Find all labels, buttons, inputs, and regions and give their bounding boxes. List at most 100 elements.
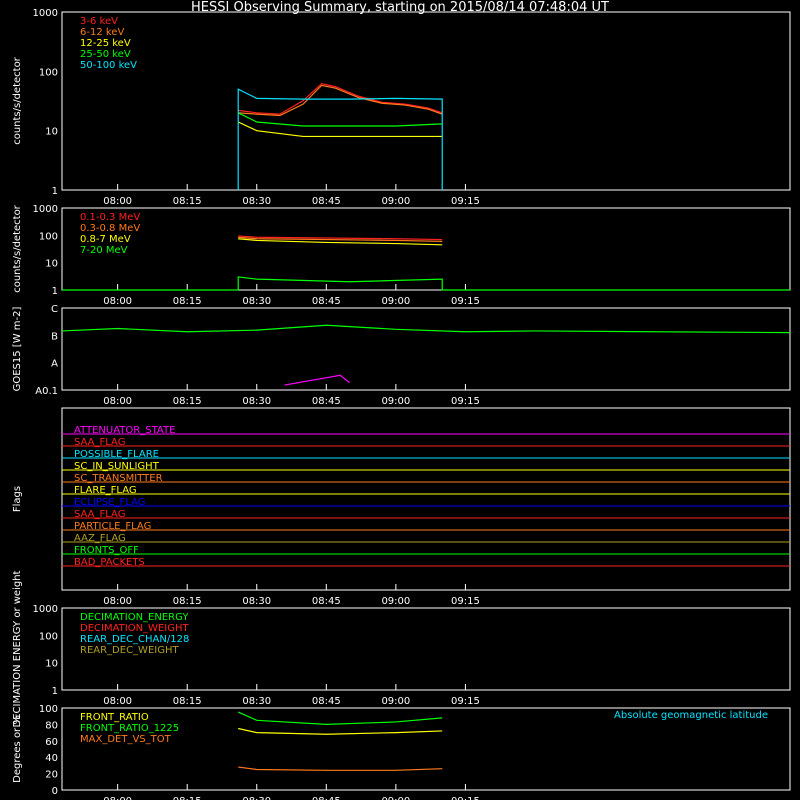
decimation-ytick-label: 1 [52, 686, 58, 697]
legend-entry: 12-25 keV [80, 38, 131, 49]
annotation: Absolute geomagnetic latitude [614, 710, 768, 721]
ratio-ylabel: Degrees or % [12, 715, 23, 783]
ratio-ytick-label: 80 [45, 720, 58, 731]
ratio-xtick-label: 09:00 [381, 796, 410, 800]
flag-label: AAZ_FLAG [74, 533, 126, 544]
flags-xtick-label: 08:00 [103, 596, 132, 607]
hxr-frame [61, 11, 791, 191]
flag-label: FLARE_FLAG [74, 485, 137, 496]
flag-label: SC_TRANSMITTER [74, 473, 163, 484]
flag-label: SC_IN_SUNLIGHT [74, 461, 160, 472]
legend-entry: 0.8-7 MeV [80, 234, 131, 245]
summary-plot: 08:00 08:15 08:30 08:45 09:00 09:151101001000… [12, 8, 791, 800]
legend-entry: REAR_DEC_WEIGHT [80, 645, 179, 656]
gamma-xtick-label: 08:15 [173, 296, 202, 307]
gamma-ytick-label: 100 [39, 231, 58, 242]
decimation-xtick-label: 08:15 [173, 696, 202, 707]
hxr-series-line [237, 121, 443, 138]
hxr-xtick-label: 08:00 [103, 196, 132, 207]
flag-label: SAA_FLAG [74, 509, 125, 520]
goes-ylabel: GOES15 [W m-2] [12, 307, 23, 392]
hxr-ytick-label: 100 [39, 67, 58, 78]
ratio-xtick-label: 09:15 [451, 796, 480, 800]
legend-entry: DECIMATION_ENERGY [80, 612, 189, 623]
flags-ylabel: Flags [12, 486, 23, 512]
decimation-xtick-label: 08:45 [312, 696, 341, 707]
decimation-ytick-label: 1000 [33, 604, 58, 615]
flag-label: FRONTS_OFF [74, 545, 139, 556]
flags-xtick-label: 08:15 [173, 596, 202, 607]
gamma-xtick-label: 08:45 [312, 296, 341, 307]
ratio-xtick-label: 08:00 [103, 796, 132, 800]
legend-entry: DECIMATION_WEIGHT [80, 623, 189, 634]
decimation-ylabel: DECIMATION ENERGY or weight [12, 570, 23, 727]
goes-ytick-label: A0.1 [35, 386, 58, 397]
legend-entry: FRONT_RATIO_1225 [80, 723, 179, 734]
hxr-xtick-label: 08:45 [312, 196, 341, 207]
decimation-xtick-label: 08:00 [103, 696, 132, 707]
goes-xtick-label: 09:15 [451, 396, 480, 407]
legend-entry: 6-12 keV [80, 27, 124, 38]
flag-label: ATTENUATOR_STATE [74, 425, 175, 436]
hxr-ytick-label: 1000 [33, 8, 58, 19]
hxr-series-line [238, 84, 443, 117]
decimation-xtick-label: 09:00 [381, 696, 410, 707]
goes-series-line [61, 324, 791, 334]
ratio-xtick-label: 08:45 [312, 796, 341, 800]
gamma-frame [61, 207, 791, 291]
hxr-xtick-label: 08:15 [173, 196, 202, 207]
gamma-xtick-label: 08:30 [242, 296, 271, 307]
legend-entry: 0.1-0.3 MeV [80, 212, 140, 223]
hxr-ytick-label: 1 [52, 186, 58, 197]
ratio-xtick-label: 08:15 [173, 796, 202, 800]
legend-entry: MAX_DET_VS_TOT [80, 734, 172, 745]
hxr-series-line [237, 88, 443, 190]
goes-series-line [284, 374, 350, 386]
flags-xtick-label: 09:00 [381, 596, 410, 607]
goes-xtick-label: 08:00 [103, 396, 132, 407]
legend-entry: FRONT_RATIO [80, 712, 149, 723]
flag-label: POSSIBLE_FLARE [74, 449, 159, 460]
goes-xtick-label: 09:00 [381, 396, 410, 407]
hxr-ytick-label: 10 [45, 127, 58, 138]
ratio-ytick-label: 20 [45, 770, 58, 781]
ratio-series-line [237, 711, 443, 726]
gamma-ytick-label: 1 [52, 286, 58, 297]
ratio-series-line [238, 727, 443, 735]
ratio-series-line [238, 766, 443, 771]
flag-label: ECLIPSE_FLAG [74, 497, 145, 508]
ratio-ytick-label: 60 [45, 737, 58, 748]
ratio-ytick-label: 100 [39, 704, 58, 715]
ratio-ytick-label: 40 [45, 753, 58, 764]
hxr-xtick-label: 08:30 [242, 196, 271, 207]
legend-entry: 0.3-0.8 MeV [80, 223, 140, 234]
legend-entry: 50-100 keV [80, 60, 137, 71]
legend-entry: 7-20 MeV [80, 245, 128, 256]
gamma-series-line [62, 276, 790, 291]
flag-label: BAD_PACKETS [74, 557, 145, 568]
gamma-xtick-label: 09:00 [381, 296, 410, 307]
hxr-xtick-label: 09:15 [451, 196, 480, 207]
ratio-ytick-label: 0 [52, 786, 58, 797]
flags-xtick-label: 08:30 [242, 596, 271, 607]
legend-entry: 3-6 keV [80, 16, 118, 27]
gamma-xtick-label: 08:00 [103, 296, 132, 307]
goes-xtick-label: 08:30 [242, 396, 271, 407]
goes-xtick-label: 08:15 [173, 396, 202, 407]
gamma-ylabel: counts/s/detector [12, 204, 23, 292]
goes-ytick-label: A [51, 359, 58, 370]
flag-label: PARTICLE_FLAG [74, 521, 151, 532]
goes-ytick-label: C [51, 304, 58, 315]
decimation-xtick-label: 09:15 [451, 696, 480, 707]
goes-ytick-label: B [51, 331, 58, 342]
gamma-ytick-label: 1000 [33, 204, 58, 215]
gamma-xtick-label: 09:15 [451, 296, 480, 307]
gamma-ytick-label: 10 [45, 259, 58, 270]
decimation-xtick-label: 08:30 [242, 696, 271, 707]
hxr-xtick-label: 09:00 [381, 196, 410, 207]
flags-xtick-label: 08:45 [312, 596, 341, 607]
hxr-ylabel: counts/s/detector [12, 56, 23, 144]
decimation-ytick-label: 10 [45, 659, 58, 670]
legend-entry: 25-50 keV [80, 49, 131, 60]
ratio-xtick-label: 08:30 [242, 796, 271, 800]
